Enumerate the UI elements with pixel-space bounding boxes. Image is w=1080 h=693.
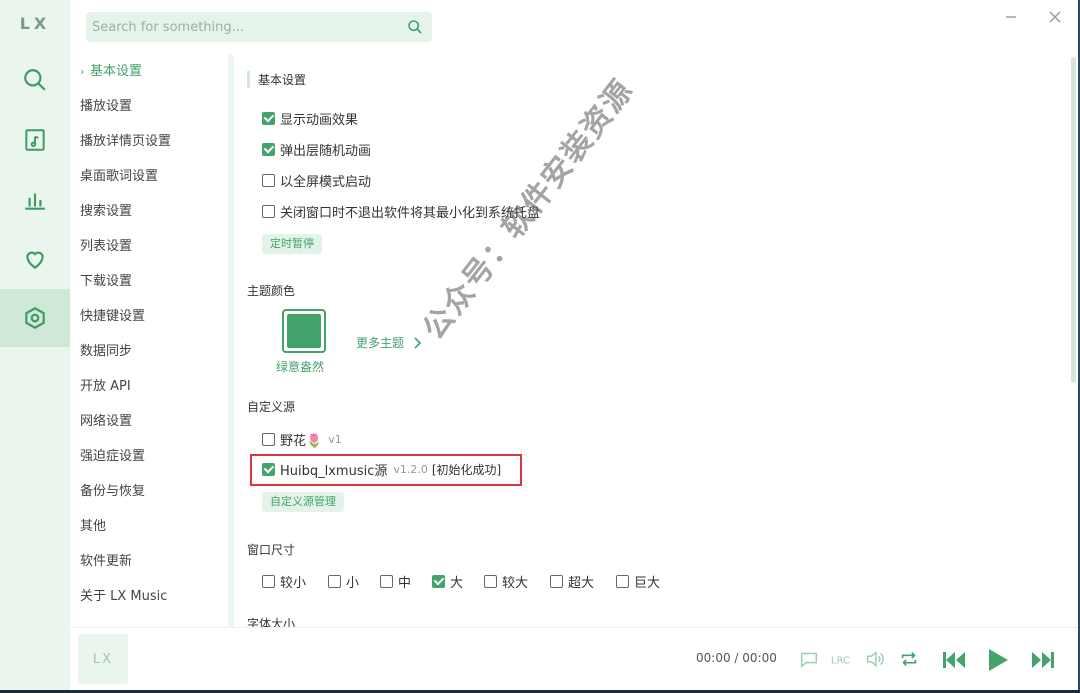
section-title-font-size: 字体大小	[247, 617, 296, 627]
nav-item-network[interactable]: 网络设置	[80, 412, 132, 432]
nav-item-play[interactable]: 播放设置	[80, 97, 132, 117]
minimize-button[interactable]	[1002, 8, 1020, 26]
nav-item-desktop-lyric[interactable]: 桌面歌词设置	[80, 167, 158, 187]
nav-item-open-api[interactable]: 开放 API	[80, 377, 131, 397]
loop-mode-button[interactable]	[898, 648, 920, 670]
rail-leaderboard[interactable]	[0, 171, 70, 229]
size-option-medium[interactable]: 中	[380, 572, 411, 591]
nav-item-sync[interactable]: 数据同步	[80, 342, 132, 362]
option-fullscreen-start[interactable]: 以全屏模式启动	[262, 171, 371, 190]
timer-pause-button[interactable]: 定时暂停	[262, 234, 322, 254]
theme-swatch-green[interactable]	[282, 309, 326, 353]
size-option-small[interactable]: 小	[328, 572, 359, 591]
desktop-lyric-button[interactable]: LRC	[830, 648, 852, 670]
svg-text:LRC: LRC	[831, 656, 850, 667]
volume-button[interactable]	[864, 648, 886, 670]
rail-settings[interactable]	[0, 289, 70, 347]
repeat-icon	[901, 651, 917, 667]
checkbox[interactable]	[262, 433, 275, 446]
source-status: [初始化成功]	[431, 463, 502, 477]
nav-item-play-detail[interactable]: 播放详情页设置	[80, 132, 171, 152]
size-option-huge[interactable]: 巨大	[616, 572, 660, 591]
app-logo: LX	[19, 14, 51, 33]
settings-icon	[25, 307, 45, 329]
close-button[interactable]	[1046, 8, 1064, 26]
option-show-animation[interactable]: 显示动画效果	[262, 109, 358, 128]
section-title-window-size: 窗口尺寸	[247, 543, 296, 557]
checkbox[interactable]	[616, 575, 629, 588]
comment-button[interactable]	[798, 648, 820, 670]
player-bar: LX 00:00 / 00:00 LRC	[70, 627, 1078, 690]
rail-song-list[interactable]	[0, 111, 70, 169]
play-time: 00:00 / 00:00	[696, 651, 777, 665]
comment-icon	[800, 652, 818, 668]
size-option-large[interactable]: 大	[432, 572, 463, 591]
scroll-thumb[interactable]	[1071, 57, 1076, 383]
search-icon	[24, 69, 46, 91]
settings-nav: › 基本设置 播放设置 播放详情页设置 桌面歌词设置 搜索设置 列表设置 下载设置…	[70, 55, 228, 625]
nav-item-basic[interactable]: › 基本设置	[80, 62, 142, 82]
play-icon	[989, 649, 1008, 671]
rail-favorites[interactable]	[0, 230, 70, 288]
source-wildflower[interactable]: 野花🌷 v1	[262, 430, 342, 449]
custom-source-manage-button[interactable]: 自定义源管理	[262, 492, 344, 512]
nav-item-hotkey[interactable]: 快捷键设置	[80, 307, 145, 327]
left-rail: LX	[0, 0, 70, 690]
size-option-extra-large[interactable]: 超大	[550, 572, 594, 591]
checkbox[interactable]	[328, 575, 341, 588]
checkbox[interactable]	[262, 205, 275, 218]
checkbox[interactable]	[262, 463, 275, 476]
checkbox[interactable]	[550, 575, 563, 588]
size-option-smaller[interactable]: 较小	[262, 572, 306, 591]
more-themes-link[interactable]: 更多主题	[356, 334, 424, 351]
nav-item-list[interactable]: 列表设置	[80, 237, 132, 257]
skip-previous-icon	[943, 652, 965, 668]
section-title-theme: 主题颜色	[247, 284, 296, 298]
album-art[interactable]: LX	[78, 634, 128, 684]
settings-content: 基本设置 显示动画效果 弹出层随机动画 以全屏模式启动 关闭窗口时不退出软件将其…	[234, 55, 1070, 627]
leaderboard-icon	[25, 193, 45, 210]
search-input[interactable]	[92, 19, 404, 35]
nav-item-odc[interactable]: 强迫症设置	[80, 447, 145, 467]
nav-item-other[interactable]: 其他	[80, 517, 106, 537]
search-button[interactable]	[404, 16, 426, 38]
settings-scrollbar[interactable]	[1069, 55, 1078, 627]
music-list-icon	[25, 129, 45, 151]
theme-color-fill	[287, 314, 321, 348]
heart-icon	[26, 251, 44, 269]
play-button[interactable]	[980, 643, 1014, 677]
skip-next-icon	[1032, 652, 1054, 668]
next-button[interactable]	[1027, 644, 1059, 676]
section-title-custom-source: 自定义源	[247, 400, 296, 414]
nav-item-backup[interactable]: 备份与恢复	[80, 482, 145, 502]
nav-item-about[interactable]: 关于 LX Music	[80, 587, 167, 607]
close-icon	[1049, 11, 1061, 23]
section-title-basic: 基本设置	[247, 71, 306, 88]
checkbox[interactable]	[484, 575, 497, 588]
lyric-icon: LRC	[831, 656, 850, 667]
nav-item-search[interactable]: 搜索设置	[80, 202, 132, 222]
source-huibq[interactable]: Huibq_lxmusic源 v1.2.0 [初始化成功]	[262, 460, 501, 479]
nav-item-download[interactable]: 下载设置	[80, 272, 132, 292]
search-icon	[408, 20, 422, 34]
search-box[interactable]	[86, 12, 432, 42]
checkbox[interactable]	[380, 575, 393, 588]
checkbox[interactable]	[262, 143, 275, 156]
checkbox[interactable]	[432, 575, 445, 588]
volume-icon	[866, 651, 884, 667]
rail-search[interactable]	[0, 51, 70, 109]
previous-button[interactable]	[938, 644, 970, 676]
chevron-right-icon	[414, 336, 422, 349]
nav-item-update[interactable]: 软件更新	[80, 552, 132, 572]
checkbox[interactable]	[262, 174, 275, 187]
theme-name: 绿意盎然	[276, 360, 325, 374]
chevron-right-icon: ›	[80, 65, 85, 78]
size-option-larger[interactable]: 较大	[484, 572, 528, 591]
checkbox[interactable]	[262, 575, 275, 588]
checkbox[interactable]	[262, 112, 275, 125]
minimize-icon	[1006, 16, 1016, 18]
option-random-popup-animation[interactable]: 弹出层随机动画	[262, 140, 371, 159]
